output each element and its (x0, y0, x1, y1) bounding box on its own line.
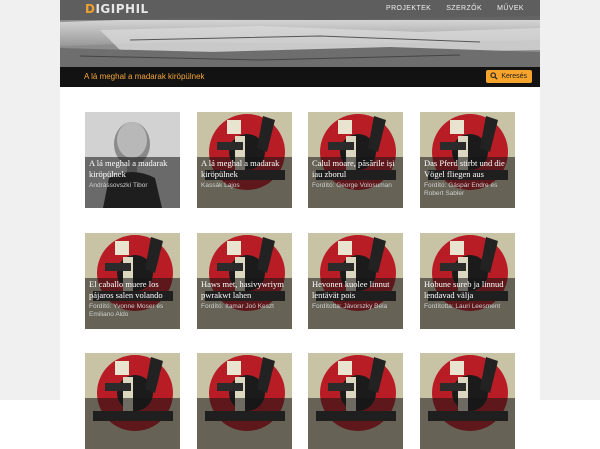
nav-szerzok[interactable]: SZERZŐK (446, 5, 482, 12)
page-title: A lá meghal a madarak kiröpülnek (84, 72, 205, 81)
page-side-background (540, 0, 600, 400)
card-title: A lá meghal a madarak kiröpülnek (201, 158, 280, 179)
main-nav: PROJEKTEK SZERZŐK MŰVEK (386, 5, 524, 12)
search-icon (490, 71, 498, 82)
work-card[interactable]: Hobune sureb ja linnud lendavad välja For… (420, 233, 515, 329)
work-card[interactable]: A lá meghal a madarak kiröpülnek Andrásso… (85, 112, 180, 208)
card-author: Fordító: Gáspár Endre és Robert Sabler (424, 182, 498, 197)
work-card[interactable]: El caballo muere los pájaros salen volan… (85, 233, 180, 329)
work-card[interactable]: Hevonen kuolee linnut lentävät pois Fordí… (308, 233, 403, 329)
card-author: Andrássovszkí Tibor (89, 182, 148, 189)
work-card[interactable]: Calul moare, păsările iși iau zborul Ford… (308, 112, 403, 208)
card-caption-overlay (197, 398, 292, 449)
card-author: Fordító: George Volosuman (312, 182, 392, 189)
work-card[interactable]: A lá meghal a madarak kiröpülnek Kassák L… (197, 112, 292, 208)
nav-projektek[interactable]: PROJEKTEK (386, 5, 431, 12)
card-title: Hevonen kuolee linnut lentävät pois (312, 279, 390, 300)
site-logo[interactable]: DIGIPHIL (85, 2, 149, 16)
card-author: Fordította: Jávorszky Béla (312, 303, 388, 310)
card-author: Fordító: Itamar Joó Keszt (201, 303, 274, 310)
work-card[interactable]: Das Pferd stirbt und die Vögel fliegen a… (420, 112, 515, 208)
work-card[interactable] (197, 353, 292, 449)
work-card[interactable] (308, 353, 403, 449)
card-author: Fordító: Yvonne Moser és Emiliano Aldo (89, 303, 164, 318)
page-side-background (0, 0, 60, 400)
card-title: A lá meghal a madarak kiröpülnek (89, 158, 168, 179)
card-caption-overlay (420, 398, 515, 449)
work-card[interactable] (420, 353, 515, 449)
card-author: Fordította: Lauri Leesment (424, 303, 501, 310)
search-button[interactable]: Keresés (486, 70, 532, 83)
card-title: Calul moare, păsările iși iau zborul (312, 158, 395, 179)
nav-muvek[interactable]: MŰVEK (497, 5, 524, 12)
search-button-label: Keresés (501, 73, 527, 80)
card-author: Kassák Lajos (201, 182, 240, 189)
title-bar: A lá meghal a madarak kiröpülnek Keresés (60, 67, 540, 87)
card-title: Hobune sureb ja linnud lendavad välja (424, 279, 504, 300)
card-caption-overlay (308, 398, 403, 449)
card-title: El caballo muere los pájaros salen volan… (89, 279, 163, 300)
card-caption-overlay (85, 398, 180, 449)
card-title: Das Pferd stirbt und die Vögel fliegen a… (424, 158, 505, 179)
card-title: Haws met, hasivywriym pwrakwt lahen (201, 279, 284, 300)
work-card[interactable] (85, 353, 180, 449)
work-card[interactable]: Haws met, hasivywriym pwrakwt lahen Fordí… (197, 233, 292, 329)
